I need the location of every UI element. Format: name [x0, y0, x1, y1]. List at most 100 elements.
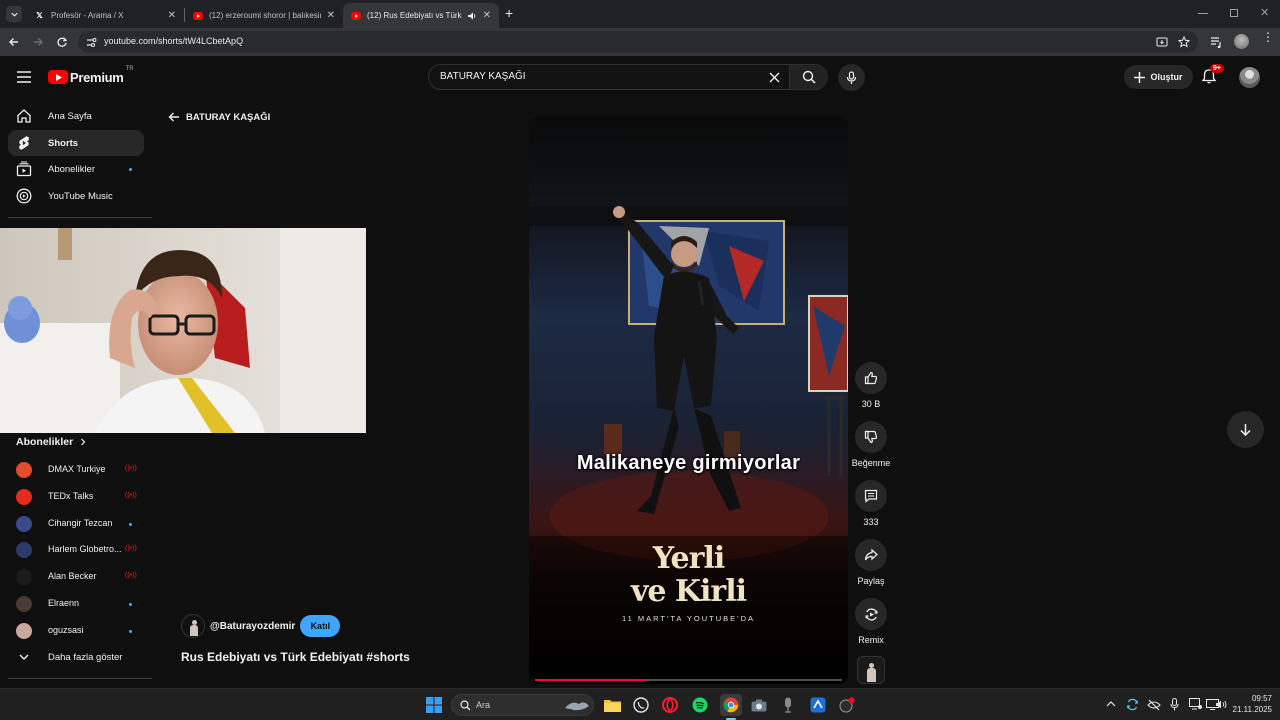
subscription-item[interactable]: Cihangir Tezcan — [8, 512, 144, 536]
join-label: Katıl — [310, 621, 331, 631]
dislike-action[interactable]: Beğenme — [852, 421, 890, 468]
share-button[interactable] — [855, 539, 887, 571]
comments-action[interactable]: 333 — [855, 480, 887, 527]
video-progress-track[interactable] — [535, 679, 842, 681]
join-button[interactable]: Katıl — [300, 615, 341, 637]
media-controls-icon[interactable] — [1210, 36, 1223, 48]
back-label: BATURAY KAŞAĞI — [186, 111, 271, 123]
tab-title: (12) Rus Edebiyatı vs Türk Ed... — [367, 11, 463, 20]
sidebar-item-label: Abonelikler — [48, 163, 95, 175]
clear-search-icon[interactable] — [769, 72, 780, 83]
install-app-icon[interactable] — [1156, 36, 1168, 48]
like-action[interactable]: 30 B — [855, 362, 887, 409]
subscription-item[interactable]: DMAX Turkiye ((•)) — [8, 458, 144, 482]
camera-app-icon[interactable] — [750, 696, 768, 714]
notifications-button[interactable]: 9+ — [1201, 64, 1224, 88]
file-explorer-icon[interactable] — [603, 696, 621, 714]
opera-icon[interactable] — [661, 696, 679, 714]
chrome-icon[interactable] — [720, 694, 742, 716]
close-tab-icon[interactable]: ✕ — [327, 10, 335, 21]
back-arrow-icon[interactable] — [6, 34, 22, 50]
spotify-icon[interactable] — [691, 696, 709, 714]
browser-tab-active[interactable]: (12) Rus Edebiyatı vs Türk Ed... ✕ — [343, 3, 499, 28]
tab-search-button[interactable] — [6, 6, 22, 22]
video-title: Rus Edebiyatı vs Türk Edebiyatı #shorts — [181, 650, 410, 664]
youtube-logo-icon — [48, 70, 68, 84]
site-info-icon[interactable] — [86, 37, 97, 48]
show-more-button[interactable]: Daha fazla göster — [8, 644, 144, 670]
eye-off-tray-icon[interactable] — [1147, 699, 1161, 711]
search-button[interactable] — [790, 65, 828, 89]
subscription-item[interactable]: Elraenn — [8, 592, 144, 616]
url-text: youtube.com/shorts/tW4LCbetApQ — [104, 36, 244, 46]
window-close-icon[interactable]: ✕ — [1260, 6, 1269, 19]
browser-menu-icon[interactable]: ⋮ — [1262, 31, 1274, 43]
live-indicator-icon: ((•)) — [125, 492, 137, 499]
channel-avatar — [16, 542, 32, 558]
dislike-label: Beğenme — [851, 458, 891, 468]
subscriptions-section-header[interactable]: Abonelikler — [16, 436, 87, 448]
sidebar-item-subscriptions[interactable]: Abonelikler — [8, 156, 144, 182]
comments-button[interactable] — [855, 480, 887, 512]
microphone-tray-icon[interactable] — [1170, 698, 1179, 711]
like-count: 30 B — [861, 399, 881, 409]
windows-start-icon[interactable] — [425, 696, 443, 714]
forward-arrow-icon[interactable] — [30, 34, 46, 50]
subscription-item[interactable]: Harlem Globetro... ((•)) — [8, 538, 144, 562]
dislike-button[interactable] — [855, 421, 887, 453]
sidebar-item-youtube-music[interactable]: YouTube Music — [8, 183, 144, 209]
subscription-name: Harlem Globetro... — [48, 544, 122, 554]
window-restore-icon[interactable] — [1230, 9, 1238, 17]
like-button[interactable] — [855, 362, 887, 394]
subscription-name: TEDx Talks — [48, 491, 94, 501]
speaker-icon[interactable] — [467, 11, 477, 21]
new-tab-button[interactable]: + — [505, 6, 513, 20]
search-input[interactable]: BATURAY KAŞAĞI — [428, 64, 828, 90]
remix-button[interactable] — [855, 598, 887, 630]
create-button[interactable]: Oluştur — [1124, 65, 1193, 89]
microphone-icon — [846, 70, 857, 84]
sound-thumbnail[interactable] — [857, 656, 885, 684]
address-bar[interactable]: youtube.com/shorts/tW4LCbetApQ — [78, 31, 1198, 53]
microphone-app-icon[interactable] — [779, 696, 797, 714]
window-minimize-icon[interactable] — [1198, 13, 1208, 14]
clock-date: 21.11.2025 — [1232, 705, 1272, 714]
sync-tray-icon[interactable] — [1126, 698, 1139, 711]
share-action[interactable]: Paylaş — [855, 539, 887, 586]
close-tab-icon[interactable]: ✕ — [483, 10, 491, 21]
display-tray-icon[interactable] — [1189, 698, 1202, 710]
browser-tab-x[interactable]: 𝕏 Profesör - Arama / X ✕ — [26, 3, 184, 28]
subscription-item[interactable]: Alan Becker ((•)) — [8, 565, 144, 589]
voice-search-button[interactable] — [838, 64, 865, 91]
shorts-video-player[interactable]: Malikaneye girmiyorlar Yerli ve Kirli 11… — [529, 116, 848, 684]
next-video-button[interactable] — [1227, 411, 1264, 448]
browser-tab-erzeroumi[interactable]: (12) erzeroumi shoror | balıkesir... ✕ — [185, 3, 343, 28]
taskbar-search-input[interactable]: Ara — [451, 694, 594, 716]
close-tab-icon[interactable]: ✕ — [168, 10, 176, 21]
steam-like-app-icon[interactable] — [809, 696, 827, 714]
notification-app-icon[interactable] — [838, 696, 856, 714]
tray-overflow-chevron-icon[interactable] — [1106, 700, 1116, 708]
back-to-search-button[interactable]: BATURAY KAŞAĞI — [168, 111, 270, 123]
reload-icon[interactable] — [54, 34, 70, 50]
youtube-premium-logo[interactable]: Premium TR — [48, 66, 134, 85]
whatsapp-icon[interactable] — [632, 696, 650, 714]
sidebar-item-label: Shorts — [48, 137, 79, 149]
channel-avatar[interactable] — [181, 614, 205, 638]
share-arrow-icon — [864, 548, 878, 561]
remix-label: Remix — [858, 635, 884, 645]
tab-title: (12) erzeroumi shoror | balıkesir... — [209, 11, 321, 20]
sidebar-item-shorts[interactable]: Shorts — [8, 130, 144, 156]
bookmark-star-icon[interactable] — [1178, 36, 1190, 48]
subscription-item[interactable]: TEDx Talks ((•)) — [8, 485, 144, 509]
subscription-item[interactable]: oguzsasi — [8, 619, 144, 643]
account-avatar[interactable] — [1239, 67, 1260, 88]
hamburger-menu-icon[interactable] — [17, 71, 31, 83]
clock[interactable]: 09:57 21.11.2025 — [1222, 693, 1272, 715]
chevron-down-icon — [10, 12, 18, 17]
sidebar-item-home[interactable]: Ana Sayfa — [8, 103, 144, 129]
channel-handle[interactable]: @Baturayozdemir — [210, 621, 295, 632]
remix-icon — [865, 607, 877, 621]
profile-avatar[interactable] — [1234, 34, 1249, 49]
remix-action[interactable]: Remix — [855, 598, 887, 645]
